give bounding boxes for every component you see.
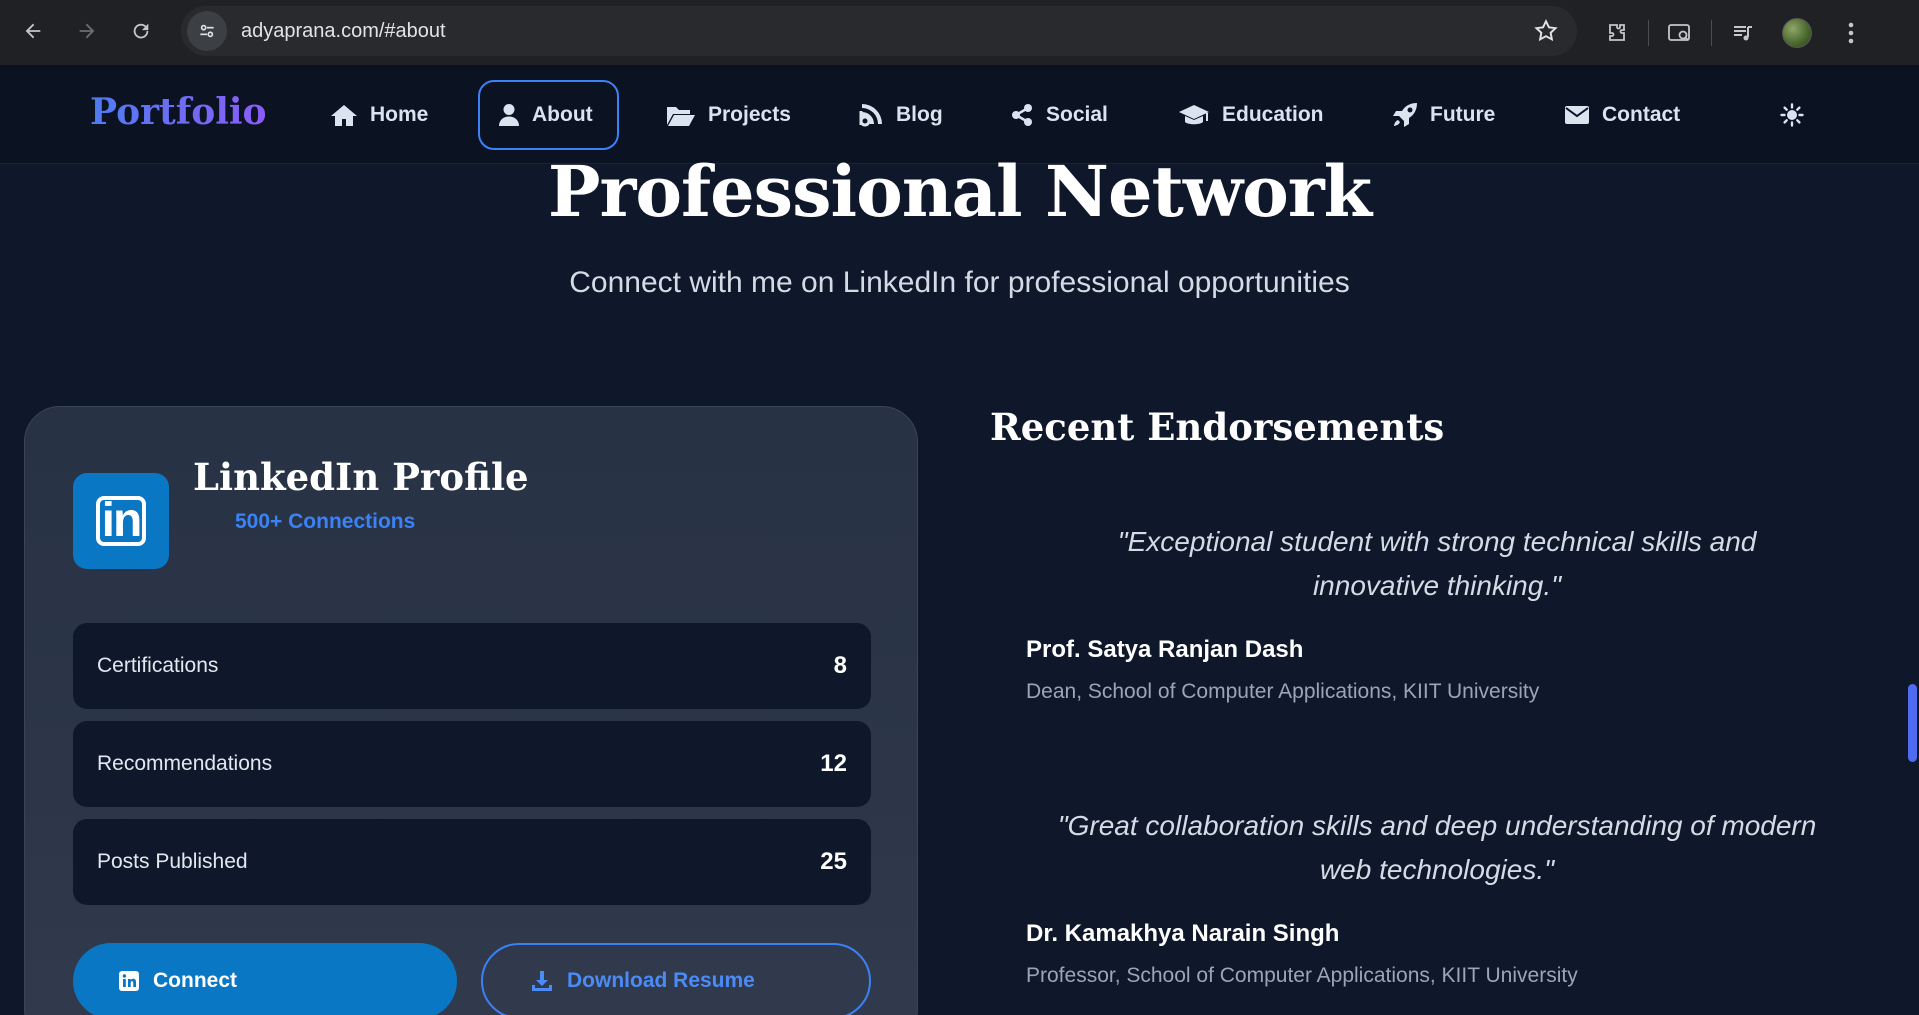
nav-item-education[interactable]: Education — [1160, 80, 1342, 150]
endorser-role: Dean, School of Computer Applications, K… — [1026, 680, 1540, 703]
nav-item-about[interactable]: About — [478, 80, 619, 150]
nav-item-projects[interactable]: Projects — [648, 80, 809, 150]
extensions-button[interactable] — [1590, 6, 1644, 60]
site-info-button[interactable] — [187, 11, 227, 51]
theme-toggle-button[interactable] — [1778, 101, 1806, 129]
toolbar-divider — [1648, 19, 1649, 46]
media-controls-button[interactable] — [1716, 6, 1770, 60]
nav-item-label: Contact — [1602, 103, 1681, 126]
nav-item-label: Projects — [708, 103, 791, 126]
blog-icon — [859, 104, 882, 127]
reload-icon — [133, 23, 149, 39]
tab-search-icon — [1668, 23, 1690, 41]
linkedin-small-icon — [119, 971, 139, 991]
nav-item-label: Blog — [896, 103, 943, 126]
profile-button[interactable] — [1770, 6, 1824, 60]
connect-button[interactable]: Connect — [73, 943, 457, 1015]
download-resume-label: Download Resume — [567, 969, 755, 992]
arrow-right-icon — [79, 23, 95, 39]
nav-item-label: Future — [1430, 103, 1496, 126]
avatar — [1782, 17, 1812, 48]
connect-button-label: Connect — [153, 969, 237, 992]
section-subtitle: Connect with me on LinkedIn for professi… — [569, 266, 1350, 299]
user-icon — [499, 104, 519, 126]
endorsement-quote: "Great collaboration skills and deep und… — [1057, 810, 1817, 885]
folder-open-icon — [667, 107, 695, 126]
music-queue-icon — [1734, 25, 1752, 40]
envelope-icon — [1565, 106, 1589, 124]
graduation-cap-icon — [1179, 105, 1209, 125]
nav-item-future[interactable]: Future — [1374, 80, 1513, 150]
endorsement-card: "Great collaboration skills and deep und… — [992, 774, 1882, 1015]
kebab-menu-icon — [1848, 22, 1854, 43]
bookmark-star-icon[interactable] — [1533, 18, 1559, 49]
stat-row-recommendations: Recommendations 12 — [73, 721, 871, 807]
share-icon — [1012, 104, 1032, 126]
stat-value: 25 — [820, 848, 847, 875]
sun-icon — [1780, 103, 1804, 127]
nav-item-contact[interactable]: Contact — [1546, 80, 1698, 150]
stat-row-certifications: Certifications 8 — [73, 623, 871, 709]
stat-value: 8 — [833, 652, 847, 679]
back-button[interactable] — [6, 4, 60, 58]
linkedin-profile-card: in LinkedIn Profile 500+ Connections Cer… — [24, 406, 918, 1015]
nav-item-home[interactable]: Home — [312, 80, 446, 150]
toolbar-actions — [1590, 0, 1878, 65]
nav-item-blog[interactable]: Blog — [840, 80, 961, 150]
endorsements-title: Recent Endorsements — [990, 405, 1445, 449]
connections-count: 500+ Connections — [235, 510, 416, 533]
stat-label: Posts Published — [97, 850, 248, 873]
nav-item-label: About — [532, 103, 593, 126]
linkedin-logo-text: in — [96, 496, 146, 546]
brand-logo[interactable]: Portfolio — [90, 91, 267, 133]
rocket-icon — [1393, 103, 1417, 127]
nav-item-social[interactable]: Social — [992, 80, 1126, 150]
section-title: Professional Network — [547, 150, 1372, 233]
stat-label: Recommendations — [97, 752, 273, 775]
download-icon — [532, 971, 552, 991]
endorser-name: Dr. Kamakhya Narain Singh — [1026, 920, 1340, 947]
stat-value: 12 — [820, 750, 847, 777]
stat-row-posts: Posts Published 25 — [73, 819, 871, 905]
nav-item-label: Social — [1046, 103, 1108, 126]
toolbar-divider — [1711, 19, 1712, 46]
endorsement-card: "Exceptional student with strong technic… — [992, 490, 1882, 745]
endorser-role: Professor, School of Computer Applicatio… — [1026, 964, 1578, 987]
tab-search-button[interactable] — [1653, 6, 1707, 60]
card-title: LinkedIn Profile — [193, 455, 529, 499]
stat-label: Certifications — [97, 654, 219, 677]
tune-icon — [200, 24, 214, 38]
endorsement-quote: "Exceptional student with strong technic… — [1117, 526, 1757, 601]
endorser-name: Prof. Satya Ranjan Dash — [1026, 636, 1304, 663]
address-bar[interactable]: adyaprana.com/#about — [181, 6, 1577, 56]
arrow-left-icon — [25, 23, 41, 39]
browser-toolbar: adyaprana.com/#about — [0, 0, 1919, 65]
url-text[interactable]: adyaprana.com/#about — [241, 20, 446, 43]
home-icon — [331, 105, 357, 126]
download-resume-button[interactable]: Download Resume — [481, 943, 871, 1015]
forward-button[interactable] — [60, 4, 114, 58]
menu-button[interactable] — [1824, 6, 1878, 60]
nav-item-label: Home — [370, 103, 429, 126]
scrollbar-thumb[interactable] — [1908, 684, 1917, 762]
puzzle-icon — [1609, 23, 1625, 41]
reload-button[interactable] — [114, 4, 168, 58]
linkedin-icon: in — [73, 473, 169, 569]
nav-item-label: Education — [1222, 103, 1324, 126]
